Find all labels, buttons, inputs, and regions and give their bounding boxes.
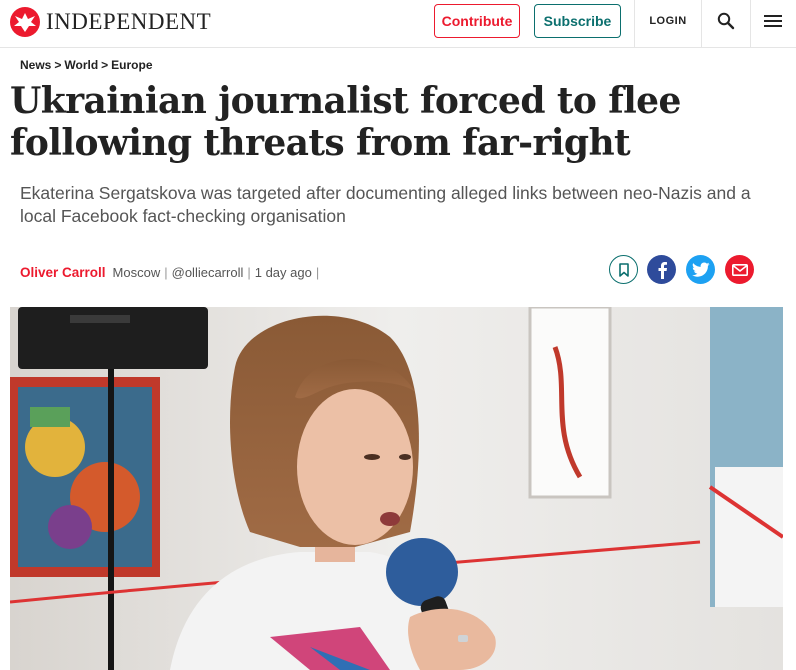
author-link[interactable]: Oliver Carroll — [20, 265, 106, 280]
twitter-share-button[interactable] — [686, 255, 715, 284]
breadcrumb-separator: > — [54, 58, 62, 72]
byline-divider: | — [315, 264, 320, 280]
site-logo[interactable]: INDEPENDENT — [10, 7, 211, 37]
author-location: Moscow — [112, 264, 161, 280]
breadcrumb-news[interactable]: News — [20, 58, 51, 72]
breadcrumb-europe[interactable]: Europe — [111, 58, 152, 72]
breadcrumb-separator: > — [101, 58, 109, 72]
article-hero-image — [10, 307, 783, 670]
login-link[interactable]: LOGIN — [636, 0, 700, 42]
facebook-icon — [658, 261, 667, 279]
article-standfirst: Ekaterina Sergatskova was targeted after… — [20, 183, 751, 226]
logo-wordmark: INDEPENDENT — [46, 9, 212, 34]
breadcrumb: News > World > Europe — [20, 57, 153, 73]
author-handle[interactable]: @olliecarroll — [172, 265, 244, 280]
article-byline: Oliver Carroll Moscow | @olliecarroll | … — [20, 262, 323, 282]
site-header: INDEPENDENT Contribute Subscribe LOGIN — [0, 0, 796, 48]
twitter-icon — [691, 262, 709, 277]
bookmark-icon — [618, 262, 629, 277]
bookmark-button[interactable] — [609, 255, 638, 284]
header-divider — [634, 0, 635, 48]
breadcrumb-world[interactable]: World — [64, 58, 98, 72]
contribute-button[interactable]: Contribute — [434, 4, 520, 38]
article-headline: Ukrainian journalist forced to flee foll… — [10, 80, 681, 164]
eagle-logo-icon — [10, 7, 40, 37]
byline-divider: | — [164, 264, 168, 280]
search-button[interactable] — [703, 0, 749, 42]
subscribe-button[interactable]: Subscribe — [534, 4, 621, 38]
menu-button[interactable] — [750, 0, 796, 42]
publish-time: 1 day ago — [254, 264, 312, 280]
byline-divider: | — [247, 264, 251, 280]
hamburger-menu-icon — [764, 15, 782, 27]
header-divider — [701, 0, 702, 48]
email-share-button[interactable] — [725, 255, 754, 284]
email-icon — [731, 263, 748, 276]
search-icon — [717, 12, 735, 30]
facebook-share-button[interactable] — [647, 255, 676, 284]
